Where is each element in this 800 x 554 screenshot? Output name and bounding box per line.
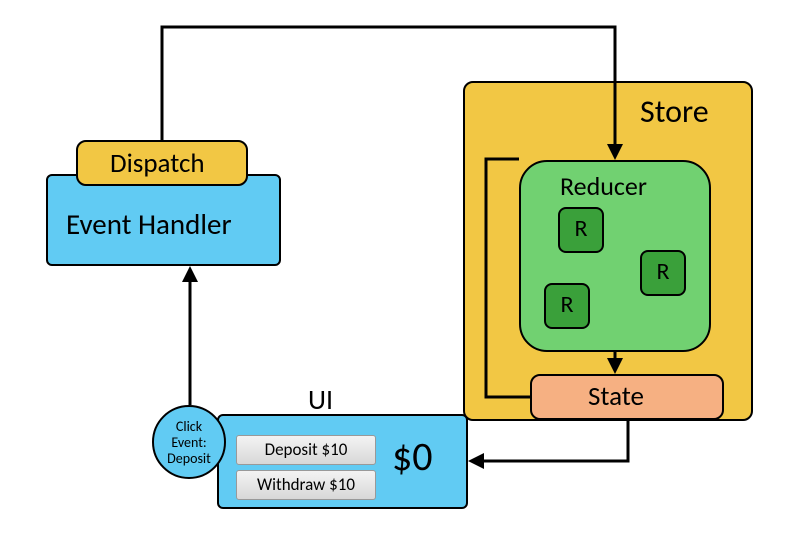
- reducer-child: R: [558, 207, 604, 253]
- reducer-label: Reducer: [560, 170, 647, 202]
- deposit-button[interactable]: Deposit $10: [236, 435, 376, 465]
- click-event-line3: Deposit: [167, 450, 211, 467]
- click-event-circle: Click Event: Deposit: [152, 405, 226, 479]
- dispatch-label: Dispatch: [110, 147, 205, 180]
- balance-value: $0: [392, 432, 433, 481]
- click-event-line1: Click: [176, 418, 202, 435]
- withdraw-button[interactable]: Withdraw $10: [236, 470, 376, 500]
- click-event-line2: Event:: [171, 434, 206, 451]
- ui-label: UI: [308, 382, 333, 417]
- event-handler-label: Event Handler: [66, 206, 232, 242]
- store-label: Store: [640, 92, 709, 131]
- state-label: State: [588, 380, 644, 413]
- reducer-child: R: [640, 250, 686, 296]
- reducer-child: R: [544, 283, 590, 329]
